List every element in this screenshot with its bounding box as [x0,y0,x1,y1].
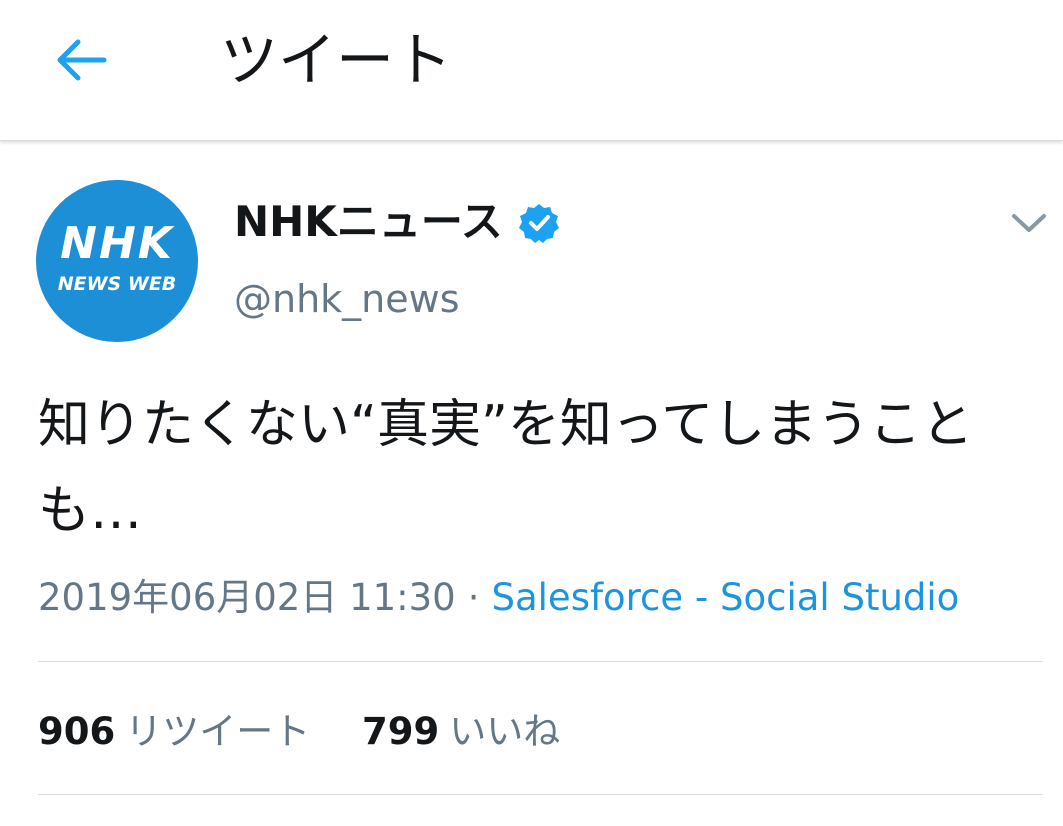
chevron-down-icon[interactable] [1008,206,1050,238]
tweet-source-link[interactable]: Salesforce - Social Studio [491,576,959,619]
retweet-count[interactable]: 906 リツイート [38,708,310,756]
retweet-count-number: 906 [38,710,116,753]
page-title: ツイート [220,26,453,94]
divider [38,661,1043,662]
verified-badge-icon [518,202,560,244]
tweet-detail: NHK NEWS WEB NHKニュース @nhk_news 知りたくない“真実… [0,142,1063,826]
like-count[interactable]: 799 いいね [362,708,560,756]
retweet-count-label: リツイート [125,710,311,753]
tweet-text: 知りたくない“真実”を知ってしまうことも… [38,395,974,541]
tweet-meta: 2019年06月02日 11:30 · Salesforce - Social St… [38,574,959,622]
avatar-logo-main: NHK [60,218,174,269]
avatar-logo-sub: NEWS WEB [57,273,177,295]
avatar[interactable]: NHK NEWS WEB [36,180,198,342]
top-bar: ツイート [0,0,1063,141]
display-name[interactable]: NHKニュース [234,194,503,250]
meta-separator: · [467,576,480,619]
arrow-left-icon [56,38,108,86]
tweet-stats: 906 リツイート 799 いいね [38,708,560,756]
back-button[interactable] [52,34,112,90]
like-count-number: 799 [362,710,440,753]
divider [38,794,1043,795]
user-handle[interactable]: @nhk_news [234,274,460,324]
tweet-timestamp[interactable]: 2019年06月02日 11:30 [38,576,456,619]
like-count-label: いいね [449,710,561,753]
